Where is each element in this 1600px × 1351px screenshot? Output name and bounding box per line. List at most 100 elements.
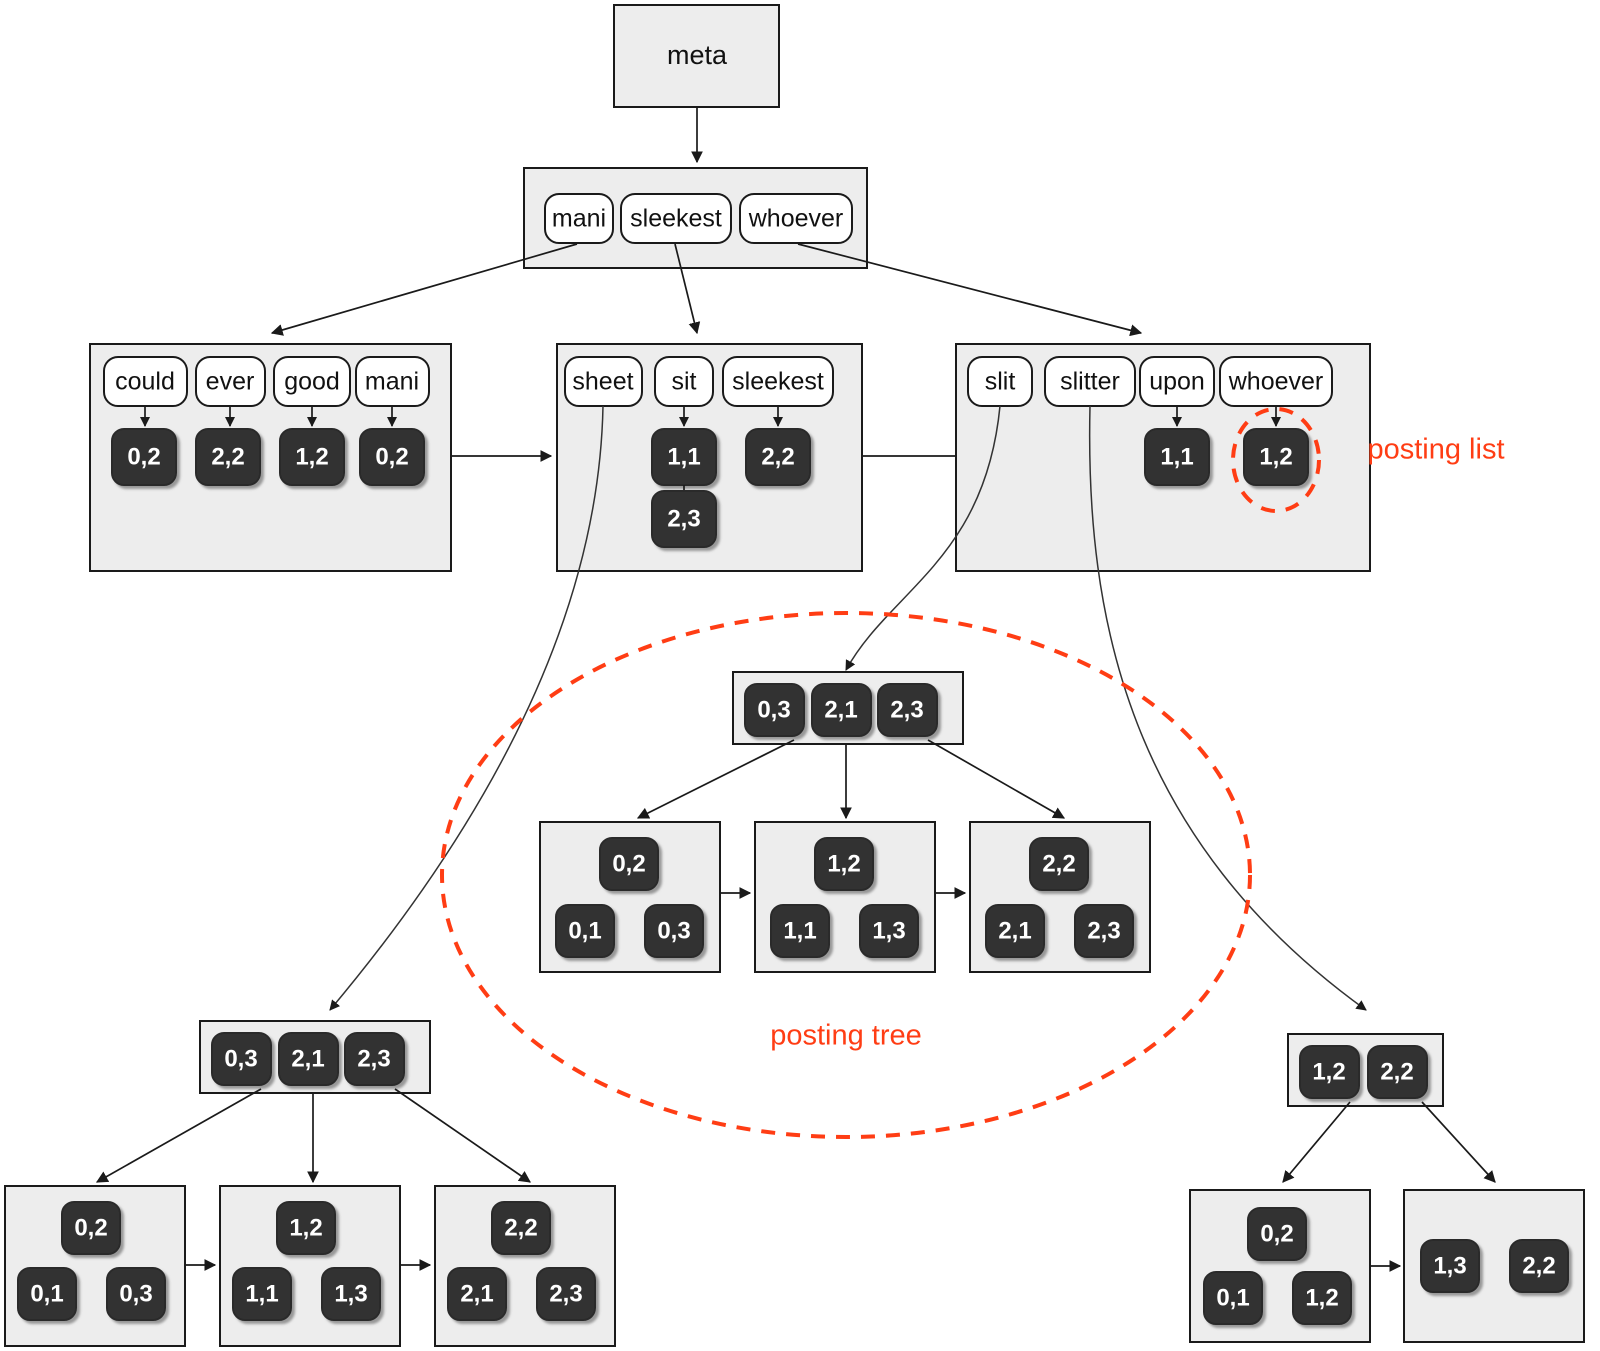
posting-chip[interactable]: 2,3 bbox=[536, 1267, 596, 1321]
posting-chip-label: 0,1 bbox=[1216, 1284, 1249, 1311]
posting-chip-label: 1,1 bbox=[667, 443, 700, 470]
posting-chip[interactable]: 1,2 bbox=[1243, 428, 1309, 486]
posting-chip[interactable]: 2,1 bbox=[278, 1032, 339, 1086]
posting-chip-label: 2,2 bbox=[211, 443, 244, 470]
entry-term-label: whoever bbox=[1228, 368, 1324, 396]
edge-ptc-root-to-leaf-2 bbox=[927, 739, 1066, 819]
posting-chip[interactable]: 0,1 bbox=[1203, 1271, 1263, 1325]
posting-chip-label: 1,1 bbox=[245, 1280, 278, 1307]
posting-chip[interactable]: 2,3 bbox=[877, 683, 938, 737]
posting-chip[interactable]: 2,2 bbox=[745, 428, 811, 486]
posting-chip-label: 0,3 bbox=[757, 696, 790, 723]
posting-chip-label: 2,3 bbox=[667, 505, 700, 532]
posting-chip[interactable]: 2,2 bbox=[1367, 1045, 1428, 1099]
posting-tree-bottom-left-root[interactable]: 0,3 2,1 2,3 bbox=[199, 1020, 431, 1094]
edge-ptc-root-to-leaf-0 bbox=[636, 739, 795, 819]
posting-chip[interactable]: 1,3 bbox=[321, 1267, 381, 1321]
posting-chip[interactable]: 1,1 bbox=[770, 904, 830, 958]
edge-ptbl-root-to-leaf-2 bbox=[394, 1088, 531, 1183]
posting-chip[interactable]: 0,2 bbox=[1247, 1207, 1307, 1261]
root-entry-node[interactable]: mani sleekest whoever bbox=[523, 167, 868, 269]
posting-chip[interactable]: 0,3 bbox=[644, 904, 704, 958]
posting-chip[interactable]: 1,1 bbox=[651, 428, 717, 486]
posting-chip-label: 0,2 bbox=[1260, 1220, 1293, 1247]
posting-chip[interactable]: 1,2 bbox=[1299, 1045, 1360, 1099]
posting-chip-label: 2,1 bbox=[460, 1280, 493, 1307]
posting-chip-label: 2,1 bbox=[824, 696, 857, 723]
posting-chip[interactable]: 1,2 bbox=[1292, 1271, 1352, 1325]
posting-chip[interactable]: 0,3 bbox=[106, 1267, 166, 1321]
leaf-middle-node[interactable]: sheet sit 1,1 2,3 sleekest 2,2 bbox=[556, 343, 863, 572]
posting-chip-label: 2,2 bbox=[504, 1214, 537, 1241]
posting-tree-center-leaf-2[interactable]: 2,2 2,1 2,3 bbox=[969, 821, 1151, 973]
posting-chip-label: 0,3 bbox=[657, 917, 690, 944]
posting-chip[interactable]: 0,2 bbox=[359, 428, 425, 486]
posting-chip[interactable]: 1,3 bbox=[1420, 1239, 1480, 1293]
posting-tree-bottom-right-leaf-0[interactable]: 0,2 0,1 1,2 bbox=[1189, 1189, 1371, 1343]
posting-chip[interactable]: 0,2 bbox=[61, 1201, 121, 1255]
posting-tree-center-root[interactable]: 0,3 2,1 2,3 bbox=[732, 671, 964, 745]
posting-chip[interactable]: 1,1 bbox=[1144, 428, 1210, 486]
edge-root-to-leaf-left bbox=[270, 243, 578, 336]
posting-chip-label: 0,2 bbox=[74, 1214, 107, 1241]
posting-chip[interactable]: 2,1 bbox=[447, 1267, 507, 1321]
entry-term-label: ever bbox=[206, 368, 255, 396]
posting-chip[interactable]: 1,2 bbox=[279, 428, 345, 486]
posting-chip[interactable]: 0,2 bbox=[599, 837, 659, 891]
posting-tree-bottom-right-root[interactable]: 1,2 2,2 bbox=[1287, 1033, 1444, 1107]
posting-chip-label: 0,2 bbox=[127, 443, 160, 470]
root-term-label: sleekest bbox=[630, 205, 722, 233]
edge-ptbr-root-to-leaf-0 bbox=[1282, 1101, 1351, 1183]
posting-chip[interactable]: 2,1 bbox=[811, 683, 872, 737]
posting-tree-bottom-left-leaf-1[interactable]: 1,2 1,1 1,3 bbox=[219, 1185, 401, 1347]
diagram-canvas: meta mani sleekest whoever could 0,2 eve… bbox=[4, 4, 1585, 1347]
posting-tree-center-leaf-0[interactable]: 0,2 0,1 0,3 bbox=[539, 821, 721, 973]
root-term-mani[interactable]: mani bbox=[544, 193, 614, 244]
entry-sit[interactable]: sit 1,1 2,3 bbox=[651, 356, 717, 548]
posting-tree-center-leaf-1[interactable]: 1,2 1,1 1,3 bbox=[754, 821, 936, 973]
posting-chip[interactable]: 2,2 bbox=[1029, 837, 1089, 891]
posting-chip-label: 2,3 bbox=[357, 1045, 390, 1072]
root-term-sleekest[interactable]: sleekest bbox=[620, 193, 732, 244]
leaf-right-node[interactable]: slit slitter upon 1,1 whoever 1,2 bbox=[955, 343, 1371, 572]
posting-chip[interactable]: 1,1 bbox=[232, 1267, 292, 1321]
leaf-left-node[interactable]: could 0,2 ever 2,2 good 1,2 mani 0,2 bbox=[89, 343, 452, 572]
posting-chip-label: 1,2 bbox=[1305, 1284, 1338, 1311]
entry-term-label: mani bbox=[365, 368, 419, 396]
posting-chip-label: 1,2 bbox=[1259, 443, 1292, 470]
posting-chip-label: 2,2 bbox=[1380, 1058, 1413, 1085]
posting-chip[interactable]: 2,2 bbox=[491, 1201, 551, 1255]
posting-chip[interactable]: 2,3 bbox=[1074, 904, 1134, 958]
entry-term-label: sit bbox=[672, 368, 697, 396]
posting-chip[interactable]: 0,3 bbox=[744, 683, 805, 737]
posting-chip-label: 1,1 bbox=[1160, 443, 1193, 470]
entry-sheet[interactable]: sheet bbox=[564, 356, 643, 407]
posting-chip[interactable]: 1,2 bbox=[276, 1201, 336, 1255]
posting-tree-bottom-right-leaf-1[interactable]: 1,3 2,2 bbox=[1403, 1189, 1585, 1343]
posting-tree-annotation: posting tree bbox=[770, 1020, 922, 1052]
root-term-label: mani bbox=[552, 205, 606, 233]
posting-chip[interactable]: 0,1 bbox=[17, 1267, 77, 1321]
root-term-whoever[interactable]: whoever bbox=[739, 193, 853, 244]
posting-chip-label: 1,2 bbox=[289, 1214, 322, 1241]
posting-tree-bottom-left-leaf-2[interactable]: 2,2 2,1 2,3 bbox=[434, 1185, 616, 1347]
posting-chip[interactable]: 2,2 bbox=[1509, 1239, 1569, 1293]
posting-chip[interactable]: 2,3 bbox=[344, 1032, 405, 1086]
posting-chip[interactable]: 1,2 bbox=[814, 837, 874, 891]
entry-slit[interactable]: slit bbox=[967, 356, 1033, 407]
gin-index-diagram: meta mani sleekest whoever could 0,2 eve… bbox=[0, 0, 1600, 1351]
posting-chip-label: 0,3 bbox=[224, 1045, 257, 1072]
meta-node[interactable]: meta bbox=[613, 4, 780, 108]
posting-chip[interactable]: 2,1 bbox=[985, 904, 1045, 958]
posting-chip[interactable]: 1,3 bbox=[859, 904, 919, 958]
posting-chip[interactable]: 0,2 bbox=[111, 428, 177, 486]
posting-chip[interactable]: 2,2 bbox=[195, 428, 261, 486]
posting-tree-bottom-left-leaf-0[interactable]: 0,2 0,1 0,3 bbox=[4, 1185, 186, 1347]
posting-chip[interactable]: 0,1 bbox=[555, 904, 615, 958]
posting-chip[interactable]: 2,3 bbox=[651, 490, 717, 548]
meta-label: meta bbox=[667, 40, 728, 70]
entry-slitter[interactable]: slitter bbox=[1044, 356, 1136, 407]
posting-chip[interactable]: 0,3 bbox=[211, 1032, 272, 1086]
posting-list-annotation: posting list bbox=[1367, 434, 1504, 466]
posting-chip-label: 1,1 bbox=[783, 917, 816, 944]
